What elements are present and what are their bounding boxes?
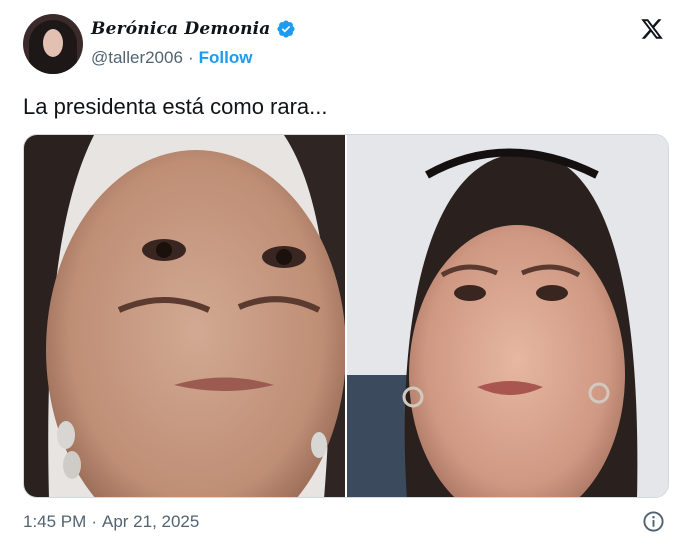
follow-button[interactable]: Follow	[199, 48, 253, 68]
photo-right[interactable]	[347, 135, 668, 497]
tweet-text: La presidenta está como rara...	[23, 94, 328, 119]
verified-badge-icon	[276, 20, 295, 38]
avatar[interactable]	[23, 14, 83, 74]
photo-left[interactable]	[24, 135, 345, 497]
handle-separator: ·	[187, 48, 194, 67]
timestamp-separator: ·	[91, 512, 97, 531]
x-logo-icon[interactable]	[639, 17, 665, 41]
photo-left-image	[24, 135, 345, 497]
author-display-name[interactable]: Berónica Demonia	[91, 19, 271, 39]
tweet-timestamp[interactable]: 1:45 PM · Apr 21, 2025	[23, 512, 199, 532]
author-handle-row: @taller2006 · Follow	[91, 48, 252, 68]
author-handle[interactable]: @taller2006	[91, 48, 183, 68]
photo-right-image	[347, 135, 668, 497]
tweet-card: Berónica Demonia @taller2006 · Follow La…	[0, 0, 689, 547]
avatar-face	[43, 29, 63, 57]
info-icon[interactable]	[642, 510, 665, 533]
tweet-date: Apr 21, 2025	[101, 512, 200, 531]
author-name-row: Berónica Demonia	[91, 17, 296, 41]
tweet-time: 1:45 PM	[23, 512, 87, 531]
tweet-media[interactable]	[23, 134, 669, 498]
